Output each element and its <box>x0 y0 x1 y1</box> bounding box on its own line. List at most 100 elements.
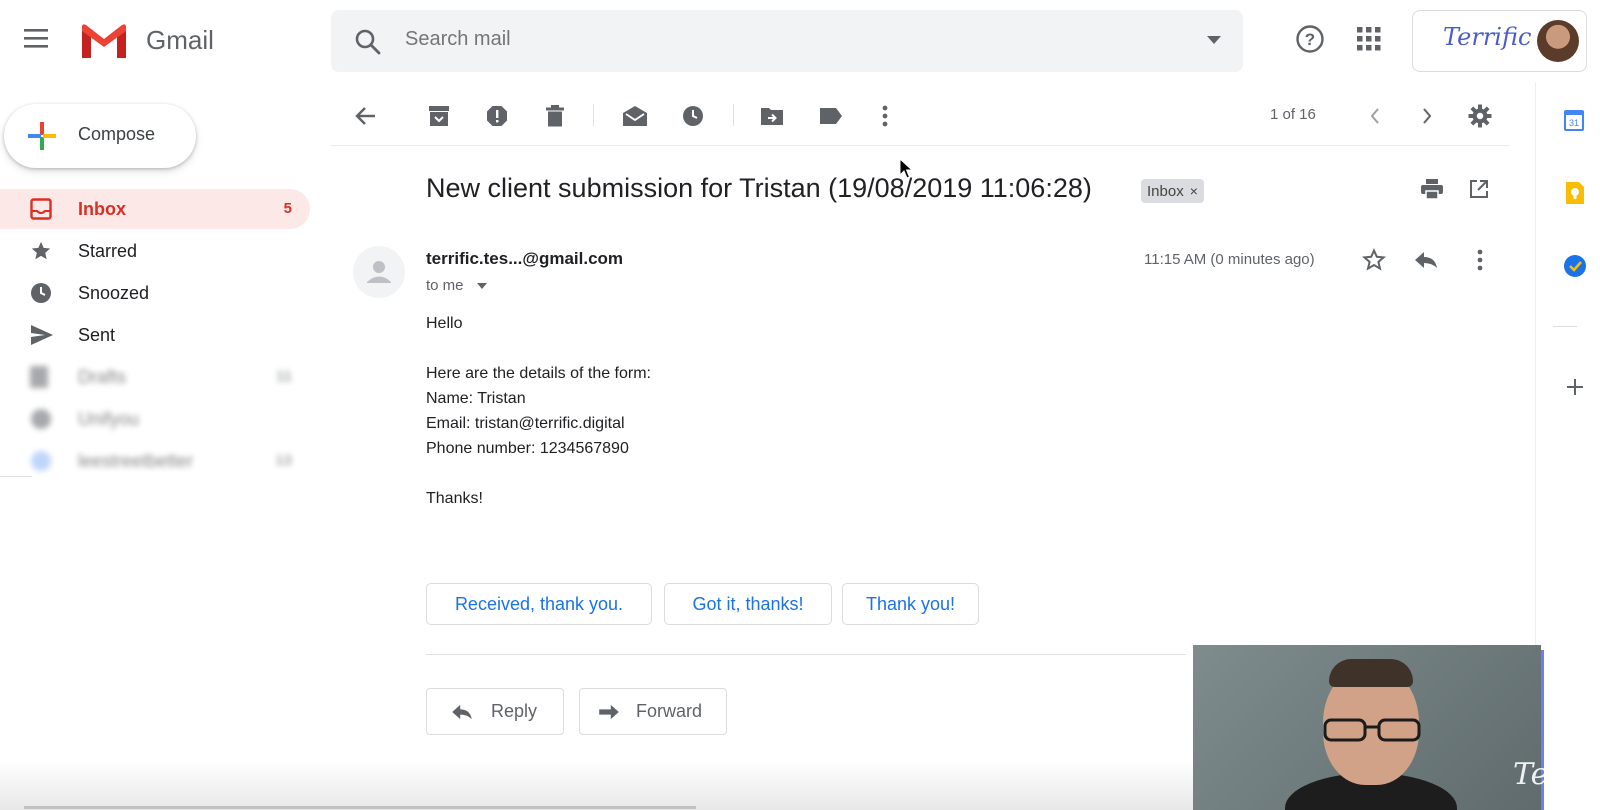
apps-grid-icon[interactable] <box>1356 26 1382 52</box>
calendar-icon[interactable]: 31 <box>1563 108 1585 132</box>
newer-chevron-left-icon[interactable] <box>1359 100 1391 132</box>
label-chip-text: Inbox <box>1147 182 1184 200</box>
inbox-icon <box>30 198 52 220</box>
body-line: Thanks! <box>426 490 483 507</box>
body-line: Hello <box>426 315 463 332</box>
sidebar-item-drafts[interactable]: Drafts 11 <box>0 357 310 397</box>
sidebar-item-label: Drafts <box>78 367 127 387</box>
print-icon[interactable] <box>1420 178 1444 200</box>
move-to-icon[interactable] <box>756 100 788 132</box>
sidebar-item-label: Starred <box>78 241 138 261</box>
presenter-glasses <box>1321 717 1423 743</box>
svg-text:31: 31 <box>1569 118 1579 128</box>
sidebar-item-label: Inbox <box>78 199 126 219</box>
smart-reply-button[interactable]: Received, thank you. <box>426 583 652 625</box>
sidebar-item-starred[interactable]: Starred <box>0 231 310 271</box>
archive-icon[interactable] <box>423 100 455 132</box>
body-line: Phone number: 1234567890 <box>426 440 629 457</box>
avatar[interactable] <box>1537 20 1579 62</box>
smart-reply-button[interactable]: Got it, thanks! <box>664 583 832 625</box>
app-name[interactable]: Gmail <box>146 25 214 56</box>
mouse-cursor-icon <box>899 158 913 180</box>
reply-icon[interactable] <box>1414 251 1438 269</box>
presenter-webcam-video <box>1193 645 1541 810</box>
bottom-fade <box>0 760 1193 810</box>
sidebar-item-snoozed[interactable]: Snoozed <box>0 273 310 313</box>
search-options-dropdown-icon[interactable] <box>1207 36 1221 44</box>
toolbar-separator <box>733 104 734 126</box>
clock-icon <box>30 282 52 304</box>
sidebar-item-label: Unifyou <box>78 409 140 429</box>
side-panel-divider <box>1553 326 1577 327</box>
search-input[interactable] <box>405 28 1105 51</box>
label-icon <box>30 450 52 472</box>
back-arrow-icon[interactable] <box>350 100 382 132</box>
body-line <box>426 336 651 361</box>
remove-label-close-icon[interactable]: × <box>1190 183 1198 199</box>
reply-icon <box>451 704 473 720</box>
open-new-window-icon[interactable] <box>1469 179 1489 199</box>
recipient-label: to me <box>426 277 464 294</box>
label-icon <box>30 408 52 430</box>
item-count: 13 <box>275 452 292 469</box>
reply-button[interactable]: Reply <box>426 688 564 735</box>
unread-count-badge: 5 <box>283 200 292 217</box>
forward-button[interactable]: Forward <box>579 688 727 735</box>
body-line <box>426 461 651 486</box>
toolbar-separator <box>593 104 594 126</box>
compose-button[interactable]: Compose <box>4 104 196 168</box>
reply-label: Reply <box>491 701 538 721</box>
help-icon[interactable]: ? <box>1295 24 1325 54</box>
body-line: Email: tristan@terrific.digital <box>426 415 625 432</box>
message-timestamp: 11:15 AM (0 minutes ago) <box>1144 251 1315 268</box>
more-vert-icon[interactable] <box>1477 249 1483 271</box>
svg-text:?: ? <box>1305 30 1315 49</box>
smart-reply-button[interactable]: Thank you! <box>842 583 979 625</box>
send-icon <box>30 324 54 346</box>
sidebar-item-label: Sent <box>78 325 116 345</box>
show-details-dropdown-icon[interactable] <box>477 283 487 289</box>
sidebar-item-label-folder[interactable]: Unifyou <box>0 399 310 439</box>
account-brand-logo: Terrific <box>1443 23 1532 51</box>
email-subject: New client submission for Tristan (19/08… <box>426 173 1092 203</box>
star-icon <box>30 240 52 262</box>
draft-icon <box>30 366 48 388</box>
snooze-icon[interactable] <box>677 100 709 132</box>
sender-avatar[interactable] <box>353 246 405 298</box>
hamburger-menu-icon[interactable] <box>22 26 58 56</box>
mark-unread-icon[interactable] <box>619 100 651 132</box>
sidebar-divider <box>0 476 32 477</box>
presenter-hair <box>1329 659 1413 687</box>
email-body: Hello Here are the details of the form: … <box>426 311 651 511</box>
inbox-label-chip[interactable]: Inbox × <box>1141 179 1204 203</box>
tasks-icon[interactable] <box>1563 254 1587 278</box>
reply-divider <box>426 654 1186 655</box>
settings-gear-icon[interactable] <box>1464 100 1496 132</box>
sidebar-item-label: leestreetbetter <box>78 451 194 471</box>
star-icon[interactable] <box>1362 248 1386 272</box>
body-line: Name: Tristan <box>426 390 526 407</box>
sender-email[interactable]: terrific.tes...@gmail.com <box>426 249 623 269</box>
body-line: Here are the details of the form: <box>426 365 651 382</box>
compose-plus-icon <box>26 120 58 152</box>
account-switcher[interactable]: Terrific <box>1412 10 1587 72</box>
sidebar-item-label: Snoozed <box>78 283 150 303</box>
keep-icon[interactable] <box>1565 181 1585 205</box>
horizontal-scrollbar[interactable] <box>24 806 696 809</box>
add-icon[interactable] <box>1566 378 1584 396</box>
toolbar-divider <box>331 145 1509 146</box>
older-chevron-right-icon[interactable] <box>1411 100 1443 132</box>
sidebar-item-label-folder[interactable]: leestreetbetter 13 <box>0 441 310 481</box>
sidebar-item-sent[interactable]: Sent <box>0 315 310 355</box>
forward-icon <box>598 704 620 720</box>
report-spam-icon[interactable] <box>481 100 513 132</box>
compose-label: Compose <box>78 124 156 144</box>
gmail-logo-icon[interactable] <box>78 21 130 61</box>
sidebar-item-inbox[interactable]: Inbox 5 <box>0 189 310 229</box>
forward-label: Forward <box>636 701 703 721</box>
label-icon[interactable] <box>815 100 847 132</box>
search-bar[interactable] <box>331 10 1243 72</box>
more-vert-icon[interactable] <box>869 100 901 132</box>
search-icon[interactable] <box>353 27 383 57</box>
delete-icon[interactable] <box>539 100 571 132</box>
